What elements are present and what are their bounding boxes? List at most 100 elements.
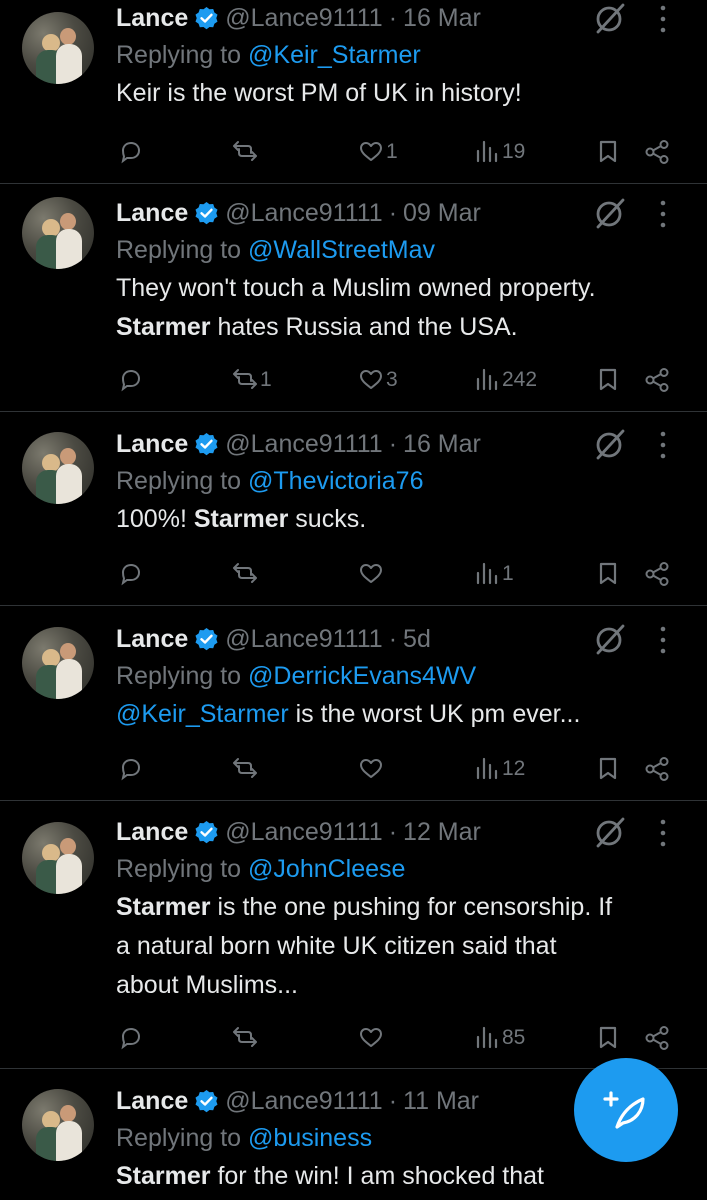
tweet-text: They won't touch a Muslim owned property… (116, 269, 677, 347)
author-name[interactable]: Lance (116, 4, 188, 33)
bookmark-button[interactable] (594, 556, 622, 592)
tweet[interactable]: Lance @Lance91111 · 5d Replying to @DerrickE… (0, 606, 707, 801)
like-button[interactable] (356, 556, 384, 592)
avatar[interactable] (22, 12, 94, 84)
verified-badge-icon (194, 820, 219, 845)
tweet[interactable]: Lance @Lance91111 · 12 Mar Replying to @John… (0, 801, 707, 1069)
replying-to-mention[interactable]: @JohnCleese (248, 855, 405, 883)
text-segment: for the win! I am shocked that (210, 1162, 544, 1190)
like-button[interactable] (356, 1020, 384, 1056)
bookmark-button[interactable] (594, 1020, 622, 1056)
bookmark-button[interactable] (594, 134, 622, 170)
timestamp[interactable]: 12 Mar (403, 818, 481, 847)
share-button[interactable] (642, 362, 670, 398)
bold-text: Starmer (116, 313, 211, 341)
retweet-icon (232, 139, 258, 165)
replying-to-mention[interactable]: @business (248, 1124, 372, 1152)
reply-button[interactable] (116, 362, 144, 398)
author-name[interactable]: Lance (116, 199, 188, 228)
avatar[interactable] (22, 1089, 94, 1161)
replying-to-label: Replying to (116, 855, 249, 883)
tweet-header: Lance @Lance91111 · 09 Mar (116, 195, 677, 231)
avatar[interactable] (22, 432, 94, 504)
verified-badge-icon (194, 627, 219, 652)
tweet[interactable]: Lance @Lance91111 · 09 Mar Replying to @Wall… (0, 184, 707, 412)
reply-button[interactable] (116, 751, 144, 787)
grok-icon[interactable] (594, 428, 628, 462)
reply-button[interactable] (116, 134, 144, 170)
avatar[interactable] (22, 627, 94, 699)
tweet[interactable]: Lance @Lance91111 · 16 Mar Replying to @Thev… (0, 412, 707, 606)
reply-button[interactable] (116, 1020, 144, 1056)
more-options-icon[interactable] (658, 199, 668, 229)
grok-icon[interactable] (594, 623, 628, 657)
text-segment: sucks. (288, 505, 367, 533)
reply-icon (118, 139, 144, 165)
replying-to-mention[interactable]: @Thevictoria76 (248, 467, 423, 495)
timestamp[interactable]: 16 Mar (403, 430, 481, 459)
retweet-button[interactable] (230, 556, 258, 592)
grok-icon[interactable] (594, 816, 628, 850)
share-icon (644, 367, 670, 393)
bold-text: Starmer (193, 505, 289, 533)
reply-icon (118, 1025, 144, 1051)
views-button[interactable]: 19 (472, 134, 525, 170)
views-button[interactable]: 12 (472, 751, 525, 787)
compose-post-button[interactable] (574, 1058, 678, 1162)
retweet-button[interactable] (230, 134, 258, 170)
author-handle[interactable]: @Lance91111 (225, 199, 382, 228)
avatar[interactable] (22, 822, 94, 894)
author-handle[interactable]: @Lance91111 (225, 625, 382, 654)
separator-dot: · (388, 817, 398, 846)
share-button[interactable] (642, 751, 670, 787)
author-handle[interactable]: @Lance91111 (225, 4, 382, 33)
author-name[interactable]: Lance (116, 430, 188, 459)
more-options-icon[interactable] (658, 430, 668, 460)
like-icon (358, 561, 384, 587)
replying-to: Replying to @JohnCleese (116, 850, 677, 888)
share-button[interactable] (642, 1020, 670, 1056)
share-button[interactable] (642, 556, 670, 592)
reply-button[interactable] (116, 556, 144, 592)
tweet-text: Starmer for the win! I am shocked that (116, 1157, 677, 1196)
retweet-button[interactable] (230, 751, 258, 787)
grok-icon[interactable] (594, 197, 628, 231)
replying-to-mention[interactable]: @Keir_Starmer (248, 41, 421, 69)
avatar[interactable] (22, 197, 94, 269)
replying-to-label: Replying to (116, 236, 249, 264)
compose-post-icon (603, 1091, 645, 1129)
bookmark-button[interactable] (594, 751, 622, 787)
retweet-button[interactable]: 1 (230, 362, 272, 398)
bookmark-button[interactable] (594, 362, 622, 398)
replying-to-label: Replying to (116, 1124, 249, 1152)
grok-icon[interactable] (594, 2, 628, 36)
views-button[interactable]: 85 (472, 1020, 525, 1056)
mention-link[interactable]: @Keir_Starmer (116, 700, 289, 728)
like-button[interactable]: 3 (356, 362, 398, 398)
author-handle[interactable]: @Lance91111 (225, 1087, 382, 1116)
timestamp[interactable]: 11 Mar (403, 1087, 479, 1116)
more-options-icon[interactable] (658, 625, 668, 655)
retweet-icon (232, 756, 258, 782)
replying-to-mention[interactable]: @DerrickEvans4WV (248, 662, 476, 690)
timestamp[interactable]: 09 Mar (403, 199, 481, 228)
share-icon (644, 561, 670, 587)
retweet-button[interactable] (230, 1020, 258, 1056)
author-name[interactable]: Lance (116, 818, 188, 847)
views-button[interactable]: 242 (472, 362, 537, 398)
tweet[interactable]: Lance @Lance91111 · 16 Mar Replying to @Keir… (0, 0, 707, 184)
share-button[interactable] (642, 134, 670, 170)
replying-to-mention[interactable]: @WallStreetMav (248, 236, 435, 264)
timestamp[interactable]: 16 Mar (403, 4, 481, 33)
like-button[interactable] (356, 751, 384, 787)
author-handle[interactable]: @Lance91111 (225, 818, 382, 847)
timestamp[interactable]: 5d (403, 625, 431, 654)
author-name[interactable]: Lance (116, 1087, 188, 1116)
replying-to: Replying to @DerrickEvans4WV (116, 657, 677, 695)
more-options-icon[interactable] (658, 818, 668, 848)
like-button[interactable]: 1 (356, 134, 398, 170)
more-options-icon[interactable] (658, 4, 668, 34)
views-button[interactable]: 1 (472, 556, 514, 592)
author-handle[interactable]: @Lance91111 (225, 430, 382, 459)
author-name[interactable]: Lance (116, 625, 188, 654)
